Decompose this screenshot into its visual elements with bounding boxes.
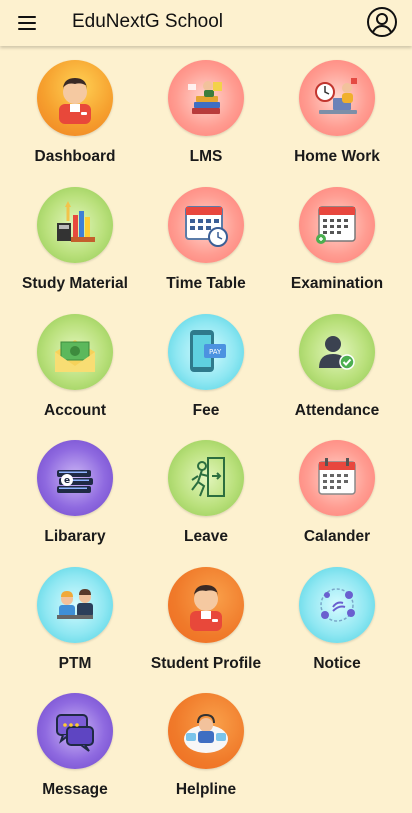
tile-study-material[interactable]: Study Material xyxy=(10,187,140,307)
app-title: EduNextG School xyxy=(72,11,224,32)
ebooks-stack-icon: e xyxy=(37,440,113,516)
tile-student-profile[interactable]: Student Profile xyxy=(141,567,271,687)
tile-label: Message xyxy=(42,781,108,798)
user-check-icon xyxy=(299,314,375,390)
tile-label: Notice xyxy=(313,655,361,672)
tile-time-table[interactable]: Time Table xyxy=(141,187,271,307)
svg-text:PAY: PAY xyxy=(209,348,222,356)
tile-fee[interactable]: PAY Fee xyxy=(141,314,271,434)
chat-bubbles-icon xyxy=(37,693,113,769)
parent-teacher-meeting-icon xyxy=(37,567,113,643)
tile-libarary[interactable]: e Libarary xyxy=(10,440,140,560)
tile-dashboard[interactable]: Dashboard xyxy=(10,60,140,180)
tile-examination[interactable]: Examination xyxy=(272,187,402,307)
exit-door-icon xyxy=(168,440,244,516)
examination-calendar-icon xyxy=(299,187,375,263)
tile-label: Attendance xyxy=(294,402,380,419)
tile-label: Calander xyxy=(303,528,371,545)
tile-attendance[interactable]: Attendance xyxy=(272,314,402,434)
money-envelope-icon xyxy=(37,314,113,390)
tile-leave[interactable]: Leave xyxy=(141,440,271,560)
dashboard-user-icon xyxy=(37,60,113,136)
tile-notice[interactable]: Notice xyxy=(272,567,402,687)
tile-home-work[interactable]: Home Work xyxy=(272,60,402,180)
tile-label: PTM xyxy=(58,655,92,672)
tile-calander[interactable]: Calander xyxy=(272,440,402,560)
calendar-icon xyxy=(299,440,375,516)
homework-icon xyxy=(299,60,375,136)
calendar-clock-icon xyxy=(168,187,244,263)
phone-pay-icon: PAY xyxy=(168,314,244,390)
menu-grid: Dashboard LMS Home Work Study Material T… xyxy=(0,0,412,800)
app-bar: EduNextG School xyxy=(0,0,412,46)
tile-label: Helpline xyxy=(175,781,237,798)
student-profile-icon xyxy=(168,567,244,643)
notice-network-icon xyxy=(299,567,375,643)
helpline-support-icon xyxy=(168,693,244,769)
tile-label: Examination xyxy=(290,275,384,292)
lms-books-icon xyxy=(168,60,244,136)
tile-label: Student Profile xyxy=(150,655,262,672)
tile-account[interactable]: Account xyxy=(10,314,140,434)
tile-label: Libarary xyxy=(44,528,106,545)
tile-label: LMS xyxy=(189,148,223,165)
tile-message[interactable]: Message xyxy=(10,693,140,813)
study-material-icon xyxy=(37,187,113,263)
tile-label: Study Material xyxy=(22,275,128,292)
tile-label: Leave xyxy=(184,528,228,545)
tile-label: Time Table xyxy=(166,275,246,292)
menu-icon[interactable] xyxy=(14,11,40,35)
tile-label: Dashboard xyxy=(34,148,116,165)
tile-helpline[interactable]: Helpline xyxy=(141,693,271,813)
account-circle-icon[interactable] xyxy=(366,6,398,38)
tile-label: Home Work xyxy=(294,148,380,165)
tile-label: Account xyxy=(44,402,106,419)
tile-lms[interactable]: LMS xyxy=(141,60,271,180)
tile-label: Fee xyxy=(192,402,220,419)
tile-ptm[interactable]: PTM xyxy=(10,567,140,687)
svg-text:e: e xyxy=(64,476,70,486)
